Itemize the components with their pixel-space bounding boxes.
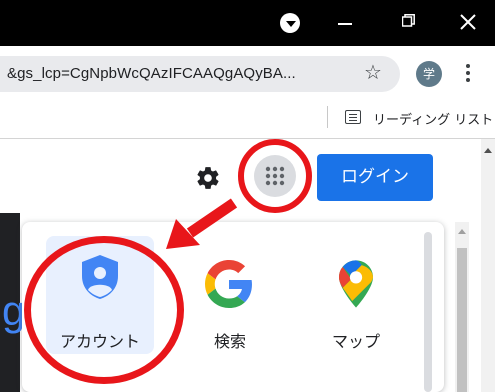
app-label-maps: マップ: [331, 332, 380, 351]
annotation-arrow: [166, 198, 238, 249]
highlight-ring-apps: [238, 139, 312, 213]
profile-avatar[interactable]: 学: [416, 61, 442, 87]
minimize-button[interactable]: [338, 23, 352, 25]
bookmarks-separator: [327, 106, 328, 128]
google-g-icon: [205, 260, 252, 308]
app-tile-maps[interactable]: マップ: [302, 236, 410, 354]
app-label-search: 検索: [213, 332, 246, 351]
dropdown-arrow-icon: [286, 21, 296, 27]
scroll-up-arrow-icon[interactable]: [458, 229, 466, 234]
url-text[interactable]: &gs_lcp=CgNpbWcQAzIFCAAQgAQyBA...: [7, 65, 296, 82]
reading-list-icon[interactable]: [345, 110, 361, 124]
more-menu-icon[interactable]: [466, 64, 470, 84]
login-button[interactable]: ログイン: [317, 154, 433, 201]
scroll-up-arrow-icon[interactable]: [484, 148, 492, 153]
close-button[interactable]: [456, 10, 480, 34]
maps-pin-icon: [339, 260, 373, 308]
bookmark-star-icon[interactable]: ☆: [364, 60, 382, 84]
launcher-scrollbar[interactable]: [424, 232, 432, 392]
page-scrollbar[interactable]: [481, 139, 495, 392]
restore-button[interactable]: [402, 14, 415, 27]
highlight-ring-account: [24, 236, 184, 384]
settings-gear-icon[interactable]: [195, 165, 221, 191]
title-bar: [0, 0, 495, 46]
reading-list-button[interactable]: リーディング リスト: [373, 109, 493, 128]
scrollbar-thumb[interactable]: [457, 248, 467, 392]
